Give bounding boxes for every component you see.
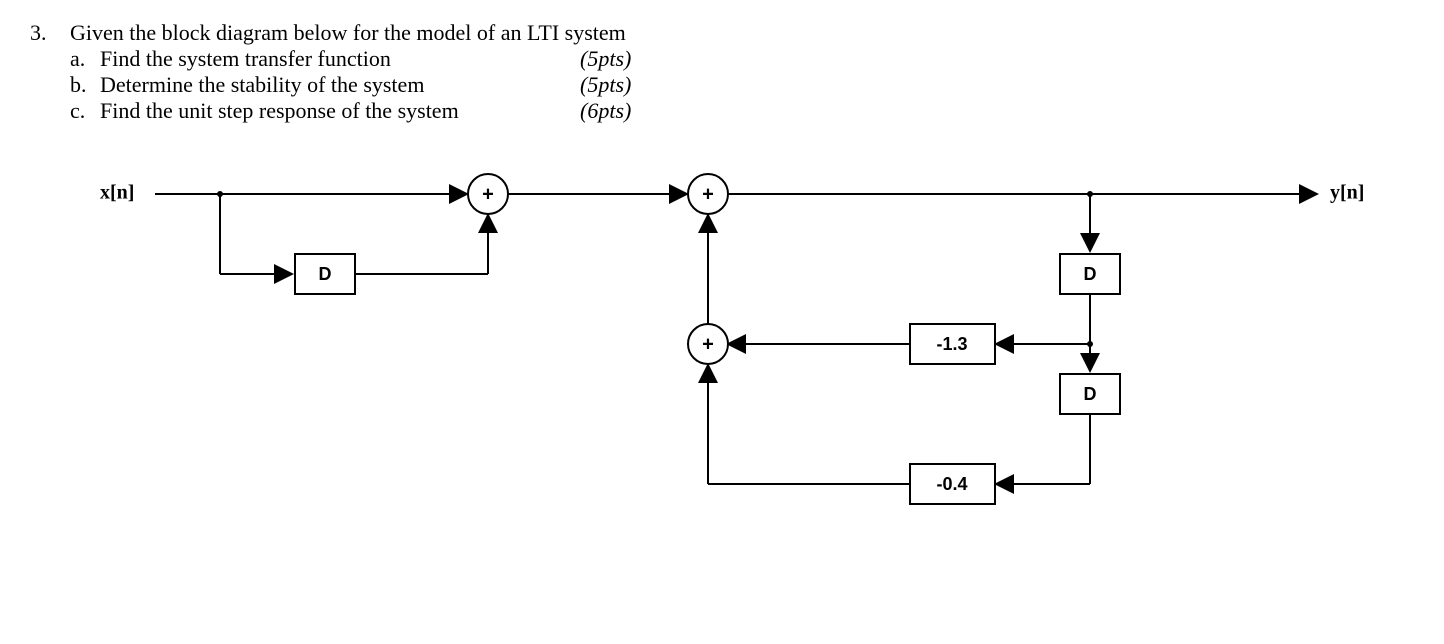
delay-block-output-1: D bbox=[1084, 264, 1097, 284]
part-a-letter: a. bbox=[70, 46, 100, 72]
part-c-letter: c. bbox=[70, 98, 100, 124]
part-a-text: Find the system transfer function bbox=[100, 46, 580, 72]
gain-block-fb2: -0.4 bbox=[936, 474, 967, 494]
part-b-pts: (5pts) bbox=[580, 72, 631, 98]
summer-3: + bbox=[702, 333, 714, 355]
output-label: y[n] bbox=[1330, 182, 1364, 204]
problem-number: 3. bbox=[30, 20, 70, 46]
part-c-text: Find the unit step response of the syste… bbox=[100, 98, 580, 124]
part-b-text: Determine the stability of the system bbox=[100, 72, 580, 98]
summer-1: + bbox=[482, 183, 494, 205]
part-a-pts: (5pts) bbox=[580, 46, 631, 72]
problem-statement: 3. Given the block diagram below for the… bbox=[30, 20, 1414, 124]
input-label: x[n] bbox=[100, 182, 134, 204]
delay-block-output-2: D bbox=[1084, 384, 1097, 404]
gain-block-fb1: -1.3 bbox=[936, 334, 967, 354]
summer-2: + bbox=[702, 183, 714, 205]
part-c-pts: (6pts) bbox=[580, 98, 631, 124]
problem-intro: Given the block diagram below for the mo… bbox=[70, 20, 626, 46]
part-b-letter: b. bbox=[70, 72, 100, 98]
block-diagram: x[n] D + + y[n] D -1.3 D -0.4 bbox=[90, 154, 1410, 554]
delay-block-input: D bbox=[319, 264, 332, 284]
